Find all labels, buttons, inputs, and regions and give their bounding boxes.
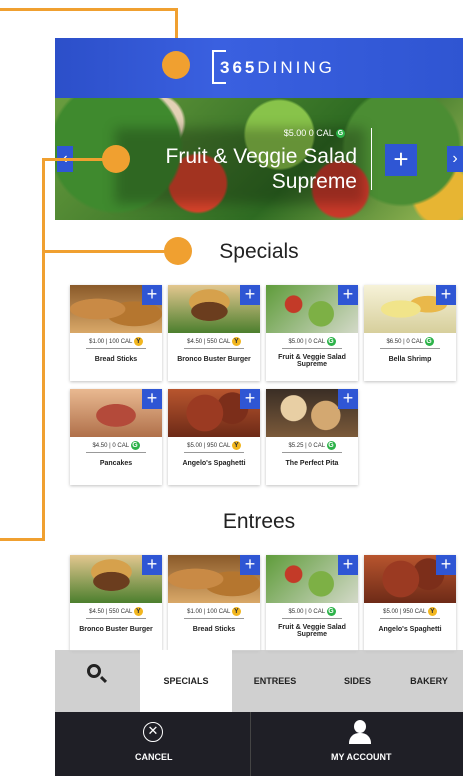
add-item-button[interactable]: + bbox=[338, 389, 358, 409]
card-price-calories: $1.00 | 100 CAL Y bbox=[70, 337, 162, 346]
card-price-calories: $1.00 | 100 CAL Y bbox=[168, 607, 260, 616]
category-tab-bar: SEARCH SPECIALS ENTREES SIDES BAKERY bbox=[55, 650, 463, 722]
menu-card[interactable]: + $1.00 | 100 CAL Y Bread Sticks bbox=[168, 555, 260, 651]
card-price-calories: $5.00 | 0 CAL G bbox=[288, 337, 336, 346]
menu-card[interactable]: + $5.00 | 950 CAL Y Angelo's Spaghetti bbox=[364, 555, 456, 651]
card-divider bbox=[184, 618, 244, 619]
tab-entrees[interactable]: ENTREES bbox=[240, 650, 310, 712]
card-price-calories: $5.25 | 0 CAL G bbox=[288, 441, 336, 450]
card-divider bbox=[184, 348, 244, 349]
callout-line-left-vertical bbox=[42, 158, 45, 540]
callout-marker-hero bbox=[102, 145, 130, 173]
add-item-button[interactable]: + bbox=[436, 285, 456, 305]
card-item-name: Fruit & Veggie Salad Supreme bbox=[278, 624, 346, 638]
green-badge-icon: G bbox=[326, 337, 336, 346]
green-badge-icon: G bbox=[326, 441, 336, 450]
card-price-calories: $6.50 | 0 CAL G bbox=[386, 337, 434, 346]
menu-card[interactable]: + $6.50 | 0 CAL G Bella Shrimp bbox=[364, 285, 456, 381]
add-item-button[interactable]: + bbox=[240, 285, 260, 305]
menu-card[interactable]: + $4.50 | 550 CAL Y Bronco Buster Burger bbox=[168, 285, 260, 381]
my-account-button[interactable]: MY ACCOUNT bbox=[251, 712, 463, 776]
add-item-button[interactable]: + bbox=[142, 555, 162, 575]
card-item-name: Pancakes bbox=[99, 460, 133, 467]
callout-marker-header bbox=[162, 51, 190, 79]
green-badge-icon: G bbox=[424, 337, 434, 346]
card-price-calories: $5.00 | 950 CAL Y bbox=[168, 441, 260, 450]
cancel-label: CANCEL bbox=[135, 752, 173, 762]
green-badge-icon: G bbox=[130, 441, 140, 450]
hero-item-title: Fruit & Veggie Salad Supreme bbox=[165, 145, 357, 193]
hero-divider bbox=[371, 128, 372, 190]
cancel-button[interactable]: ✕ CANCEL bbox=[55, 712, 250, 776]
close-icon: ✕ bbox=[143, 722, 163, 742]
app-header: 365DINING bbox=[55, 38, 463, 98]
menu-card[interactable]: + $5.00 | 0 CAL G Fruit & Veggie Salad S… bbox=[266, 285, 358, 381]
bottom-action-bar: ✕ CANCEL MY ACCOUNT bbox=[55, 712, 463, 776]
card-divider bbox=[282, 452, 342, 453]
card-item-name: Angelo's Spaghetti bbox=[378, 626, 442, 633]
my-account-label: MY ACCOUNT bbox=[331, 752, 392, 762]
green-badge-icon: G bbox=[336, 129, 345, 139]
yellow-badge-icon: Y bbox=[231, 607, 241, 616]
card-item-name: Bella Shrimp bbox=[388, 356, 432, 363]
yellow-badge-icon: Y bbox=[427, 607, 437, 616]
hero-price-calories: $5.00 0 CAL G bbox=[283, 128, 345, 139]
card-divider bbox=[184, 452, 244, 453]
card-price-calories: $4.50 | 550 CAL Y bbox=[168, 337, 260, 346]
brand-logo: 365DINING bbox=[220, 58, 335, 77]
card-price-calories: $5.00 | 0 CAL G bbox=[288, 607, 336, 616]
green-badge-icon: G bbox=[326, 607, 336, 616]
menu-card[interactable]: + $1.00 | 100 CAL Y Bread Sticks bbox=[70, 285, 162, 381]
add-item-button[interactable]: + bbox=[240, 555, 260, 575]
card-price-calories: $4.50 | 550 CAL Y bbox=[70, 607, 162, 616]
add-item-button[interactable]: + bbox=[436, 555, 456, 575]
callout-line-specials bbox=[42, 250, 172, 253]
hero-add-button[interactable]: + bbox=[385, 144, 417, 176]
add-item-button[interactable]: + bbox=[142, 285, 162, 305]
card-divider bbox=[380, 348, 440, 349]
entrees-heading: Entrees bbox=[222, 510, 296, 533]
yellow-badge-icon: Y bbox=[231, 441, 241, 450]
tab-specials[interactable]: SPECIALS bbox=[140, 650, 232, 712]
add-item-button[interactable]: + bbox=[240, 389, 260, 409]
menu-card[interactable]: + $4.50 | 550 CAL Y Bronco Buster Burger bbox=[70, 555, 162, 651]
callout-line-bottom bbox=[0, 538, 45, 541]
search-icon bbox=[87, 664, 101, 678]
hero-next-button[interactable]: › bbox=[447, 146, 463, 172]
card-divider bbox=[380, 618, 440, 619]
card-item-name: Bronco Buster Burger bbox=[79, 626, 153, 633]
card-divider bbox=[282, 618, 342, 619]
card-item-name: Bread Sticks bbox=[192, 626, 236, 633]
menu-card[interactable]: + $5.00 | 0 CAL G Fruit & Veggie Salad S… bbox=[266, 555, 358, 651]
card-item-name: Bread Sticks bbox=[94, 356, 138, 363]
menu-card[interactable]: + $5.00 | 950 CAL Y Angelo's Spaghetti bbox=[168, 389, 260, 485]
menu-card[interactable]: + $4.50 | 0 CAL G Pancakes bbox=[70, 389, 162, 485]
menu-card[interactable]: + $5.25 | 0 CAL G The Perfect Pita bbox=[266, 389, 358, 485]
card-price-calories: $5.00 | 950 CAL Y bbox=[364, 607, 456, 616]
tab-bakery[interactable]: BAKERY bbox=[398, 650, 460, 712]
card-divider bbox=[86, 452, 146, 453]
card-item-name: Fruit & Veggie Salad Supreme bbox=[278, 354, 346, 368]
callout-marker-specials bbox=[164, 237, 192, 265]
callout-line-top-horizontal bbox=[0, 8, 178, 11]
add-item-button[interactable]: + bbox=[338, 285, 358, 305]
tab-search[interactable]: SEARCH bbox=[55, 650, 140, 722]
yellow-badge-icon: Y bbox=[133, 337, 143, 346]
card-item-name: The Perfect Pita bbox=[285, 460, 339, 467]
card-item-name: Bronco Buster Burger bbox=[177, 356, 251, 363]
yellow-badge-icon: Y bbox=[231, 337, 241, 346]
tab-sides[interactable]: SIDES bbox=[325, 650, 390, 712]
add-item-button[interactable]: + bbox=[338, 555, 358, 575]
card-item-name: Angelo's Spaghetti bbox=[182, 460, 246, 467]
card-divider bbox=[86, 348, 146, 349]
add-item-button[interactable]: + bbox=[142, 389, 162, 409]
yellow-badge-icon: Y bbox=[133, 607, 143, 616]
card-divider bbox=[86, 618, 146, 619]
card-divider bbox=[282, 348, 342, 349]
card-price-calories: $4.50 | 0 CAL G bbox=[92, 441, 140, 450]
user-icon bbox=[348, 720, 372, 746]
